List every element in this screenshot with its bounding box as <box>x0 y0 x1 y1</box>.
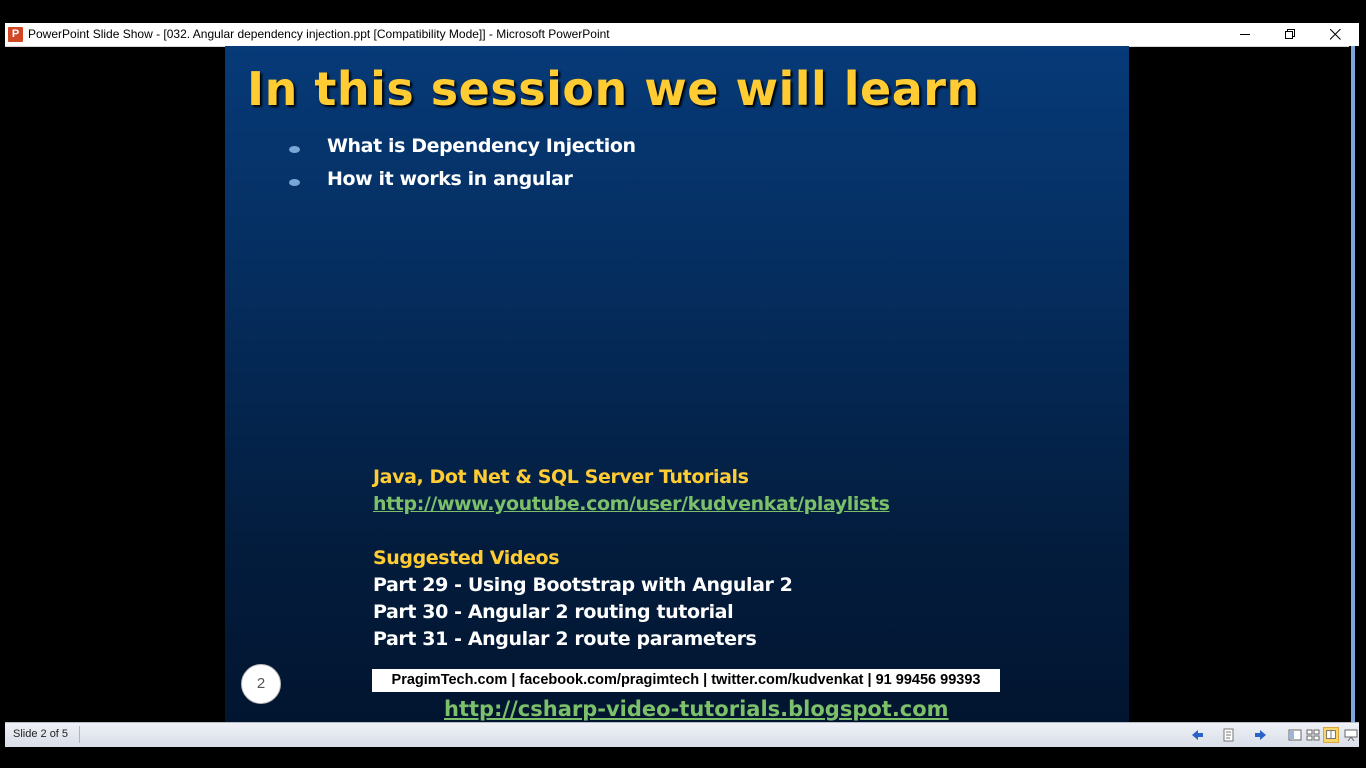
bullet-text: What is Dependency Injection <box>327 135 636 157</box>
slide-indicator: Slide 2 of 5 <box>13 728 69 740</box>
status-bar: Slide 2 of 5 <box>5 722 1359 747</box>
slide-canvas[interactable]: In this session we will learn What is De… <box>225 46 1129 722</box>
title-bar: P PowerPoint Slide Show - [032. Angular … <box>5 23 1359 47</box>
bullet-text: How it works in angular <box>327 168 573 190</box>
window-accent-strip <box>1351 46 1355 722</box>
suggested-heading: Suggested Videos <box>373 547 560 569</box>
bullet-icon <box>289 146 300 153</box>
close-icon <box>1330 29 1341 40</box>
window-title: PowerPoint Slide Show - [032. Angular de… <box>28 27 610 41</box>
restore-button[interactable] <box>1268 23 1313 46</box>
blog-link[interactable]: http://csharp-video-tutorials.blogspot.c… <box>444 697 949 721</box>
menu-icon[interactable] <box>1221 727 1237 743</box>
suggested-item: Part 29 - Using Bootstrap with Angular 2 <box>373 574 793 596</box>
status-divider <box>79 726 80 743</box>
normal-view-icon[interactable] <box>1287 727 1303 743</box>
close-button[interactable] <box>1313 23 1358 46</box>
minimize-icon <box>1240 34 1250 35</box>
slide-show-icon[interactable] <box>1343 727 1359 743</box>
next-slide-icon[interactable] <box>1253 727 1269 743</box>
restore-icon <box>1285 29 1295 39</box>
tutorials-link[interactable]: http://www.youtube.com/user/kudvenkat/pl… <box>373 493 890 515</box>
suggested-item: Part 30 - Angular 2 routing tutorial <box>373 601 734 623</box>
powerpoint-app-icon[interactable]: P <box>8 27 23 42</box>
reading-view-icon[interactable] <box>1323 727 1339 743</box>
tutorials-heading: Java, Dot Net & SQL Server Tutorials <box>373 466 749 488</box>
slide-number-badge: 2 <box>241 664 281 704</box>
contact-banner: PragimTech.com | facebook.com/pragimtech… <box>372 669 1000 692</box>
minimize-button[interactable] <box>1223 23 1268 46</box>
previous-slide-icon[interactable] <box>1189 727 1205 743</box>
bullet-icon <box>289 179 300 186</box>
slide-title: In this session we will learn <box>247 62 980 116</box>
suggested-item: Part 31 - Angular 2 route parameters <box>373 628 757 650</box>
slide-sorter-icon[interactable] <box>1305 727 1321 743</box>
